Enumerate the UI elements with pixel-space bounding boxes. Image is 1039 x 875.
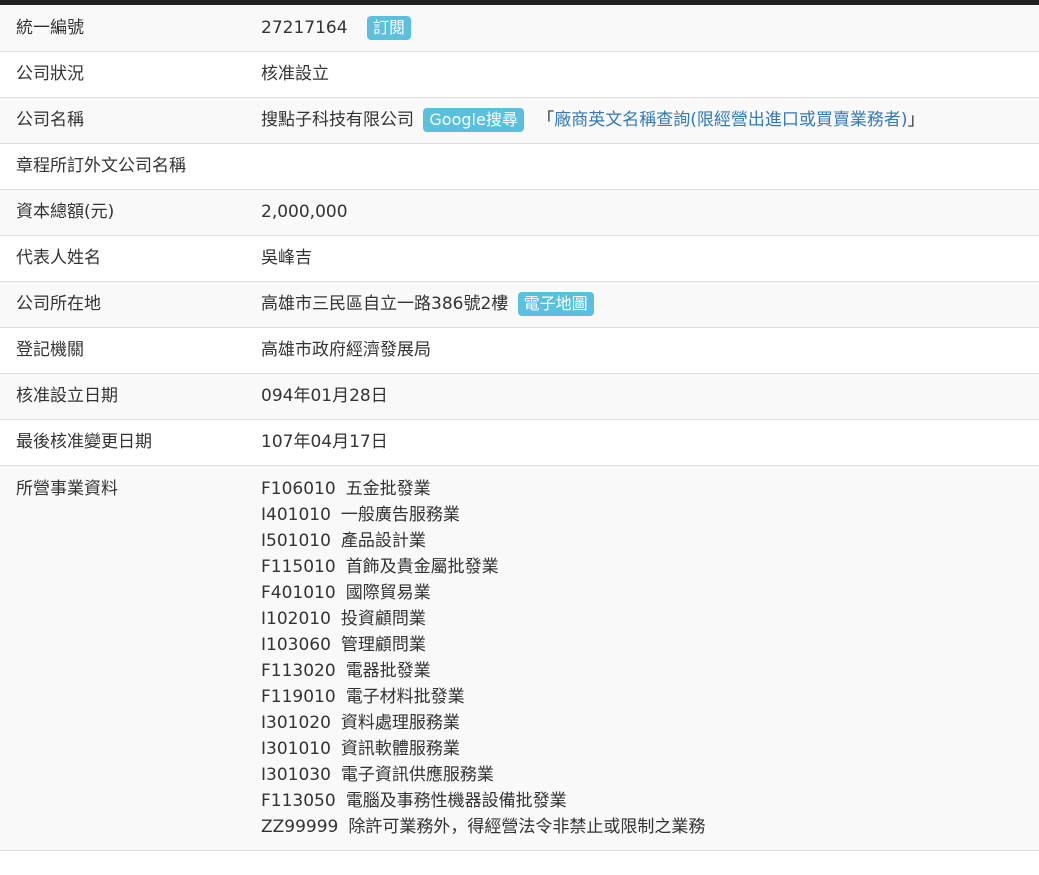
status-value: 核准設立: [261, 51, 1039, 98]
row-approval-date: 核准設立日期 094年01月28日: [0, 373, 1039, 420]
business-name: 資料處理服務業: [340, 712, 460, 733]
capital-value: 2,000,000: [261, 189, 1039, 236]
business-code: F113050: [261, 790, 336, 811]
business-name: 電子資訊供應服務業: [340, 764, 494, 785]
row-status: 公司狀況 核准設立: [0, 51, 1039, 98]
label-business: 所營事業資料: [0, 465, 261, 851]
row-representative: 代表人姓名 吳峰吉: [0, 235, 1039, 282]
business-name: 五金批發業: [345, 478, 431, 499]
authority-value: 高雄市政府經濟發展局: [261, 327, 1039, 374]
business-name: 首飾及貴金屬批發業: [345, 556, 499, 577]
uniform-id-value: 27217164: [261, 17, 348, 38]
business-name: 國際貿易業: [345, 582, 431, 603]
business-code: F113020: [261, 660, 336, 681]
business-item: I401010 一般廣告服務業: [261, 502, 1039, 528]
approval-date-value: 094年01月28日: [261, 373, 1039, 420]
quote-open: 「: [537, 110, 555, 130]
label-capital: 資本總額(元): [0, 189, 261, 236]
business-list: F106010 五金批發業 I401010 一般廣告服務業 I501010 產品設計業…: [261, 465, 1039, 851]
business-name: 除許可業務外，得經營法令非禁止或限制之業務: [348, 816, 706, 837]
label-last-change-date: 最後核准變更日期: [0, 419, 261, 466]
row-foreign-name: 章程所訂外文公司名稱: [0, 143, 1039, 190]
row-authority: 登記機關 高雄市政府經濟發展局: [0, 327, 1039, 374]
business-name: 資訊軟體服務業: [340, 738, 460, 759]
business-item: I102010 投資顧問業: [261, 606, 1039, 632]
label-representative: 代表人姓名: [0, 235, 261, 282]
label-status: 公司狀況: [0, 51, 261, 98]
company-name-cell: 搜點子科技有限公司 Google搜尋 「廠商英文名稱查詢(限經營出進口或買賣業務…: [261, 97, 1039, 144]
address-cell: 高雄市三民區自立一路386號2樓 電子地圖: [261, 281, 1039, 328]
business-code: I401010: [261, 504, 331, 525]
label-uniform-id: 統一編號: [0, 5, 261, 52]
company-name-value: 搜點子科技有限公司: [261, 110, 414, 130]
row-capital: 資本總額(元) 2,000,000: [0, 189, 1039, 236]
label-approval-date: 核准設立日期: [0, 373, 261, 420]
value-uniform-id-cell: 27217164 訂閱: [261, 5, 1039, 52]
row-company-name: 公司名稱 搜點子科技有限公司 Google搜尋 「廠商英文名稱查詢(限經營出進口…: [0, 97, 1039, 144]
quote-close: 」: [907, 110, 925, 130]
row-address: 公司所在地 高雄市三民區自立一路386號2樓 電子地圖: [0, 281, 1039, 328]
business-item: F119010 電子材料批發業: [261, 684, 1039, 710]
business-code: I103060: [261, 634, 331, 655]
business-code: F106010: [261, 478, 336, 499]
business-code: I301010: [261, 738, 331, 759]
business-name: 一般廣告服務業: [340, 504, 460, 525]
business-name: 電器批發業: [345, 660, 431, 681]
business-item: F113020 電器批發業: [261, 658, 1039, 684]
business-item: I103060 管理顧問業: [261, 632, 1039, 658]
label-foreign-name: 章程所訂外文公司名稱: [0, 143, 261, 190]
business-item: F113050 電腦及事務性機器設備批發業: [261, 788, 1039, 814]
label-company-name: 公司名稱: [0, 97, 261, 144]
business-item: F401010 國際貿易業: [261, 580, 1039, 606]
business-item: F115010 首飾及貴金屬批發業: [261, 554, 1039, 580]
foreign-name-value: [261, 143, 1039, 190]
last-change-date-value: 107年04月17日: [261, 419, 1039, 466]
business-item: I301010 資訊軟體服務業: [261, 736, 1039, 762]
business-name: 電子材料批發業: [345, 686, 465, 707]
business-code: F401010: [261, 582, 336, 603]
business-item: I501010 產品設計業: [261, 528, 1039, 554]
row-last-change-date: 最後核准變更日期 107年04月17日: [0, 419, 1039, 466]
business-item: I301020 資料處理服務業: [261, 710, 1039, 736]
address-value: 高雄市三民區自立一路386號2樓: [261, 294, 509, 314]
google-search-button[interactable]: Google搜尋: [423, 108, 524, 132]
business-code: I301030: [261, 764, 331, 785]
business-name: 投資顧問業: [340, 608, 426, 629]
representative-value: 吳峰吉: [261, 235, 1039, 282]
business-code: ZZ99999: [261, 816, 339, 837]
business-item: F106010 五金批發業: [261, 476, 1039, 502]
label-authority: 登記機關: [0, 327, 261, 374]
business-item: ZZ99999 除許可業務外，得經營法令非禁止或限制之業務: [261, 814, 1039, 840]
business-item: I301030 電子資訊供應服務業: [261, 762, 1039, 788]
business-name: 電腦及事務性機器設備批發業: [345, 790, 567, 811]
label-address: 公司所在地: [0, 281, 261, 328]
english-name-query-link[interactable]: 廠商英文名稱查詢(限經營出進口或買賣業務者): [554, 110, 907, 130]
row-business: 所營事業資料 F106010 五金批發業 I401010 一般廣告服務業 I5010…: [0, 465, 1039, 851]
business-code: I301020: [261, 712, 331, 733]
company-info-table: 統一編號 27217164 訂閱 公司狀況 核准設立 公司名稱 搜點子科技有限公…: [0, 5, 1039, 851]
business-code: I102010: [261, 608, 331, 629]
business-code: I501010: [261, 530, 331, 551]
business-name: 管理顧問業: [340, 634, 426, 655]
subscribe-button[interactable]: 訂閱: [366, 15, 411, 40]
electronic-map-button[interactable]: 電子地圖: [517, 292, 594, 316]
business-code: F119010: [261, 686, 336, 707]
business-code: F115010: [261, 556, 336, 577]
business-name: 產品設計業: [340, 530, 426, 551]
row-uniform-id: 統一編號 27217164 訂閱: [0, 5, 1039, 52]
